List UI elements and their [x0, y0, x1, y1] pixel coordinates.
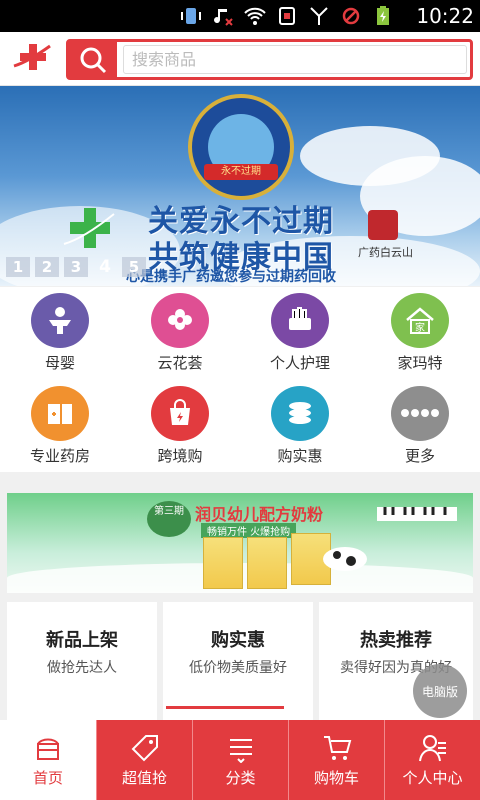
feature-title: 购实惠	[211, 630, 265, 651]
music-icon	[214, 9, 233, 26]
nav-cart[interactable]: 购物车	[288, 720, 384, 800]
category-label: 专业药房	[29, 446, 90, 465]
home-icon: 家	[391, 293, 449, 348]
status-time: 10:22	[416, 4, 474, 28]
search-bar[interactable]	[66, 39, 473, 80]
category-label: 跨境购	[157, 446, 203, 465]
home-tab-icon	[37, 738, 59, 760]
carousel-pager[interactable]: 1 2 3 4 5	[6, 257, 146, 277]
banner-subline: 心是携手广药邀您参与过期药回收	[126, 269, 336, 285]
promo-title: 润贝幼儿配方奶粉	[195, 505, 324, 524]
app-header	[0, 32, 480, 86]
category-more[interactable]: 更多	[360, 380, 480, 466]
svg-text:家: 家	[415, 321, 425, 334]
status-bar: 10:22	[0, 0, 480, 32]
category-grid: 母婴 云花荟 个人护理 家 家玛特 专业药房 跨境购 购实惠 更多	[0, 287, 480, 472]
brand-logo	[368, 210, 398, 240]
category-label: 更多	[404, 446, 435, 465]
nav-label: 购物车	[313, 768, 359, 787]
nav-label: 个人中心	[402, 768, 463, 787]
category-label: 云花荟	[157, 354, 203, 372]
nav-label: 分类	[225, 768, 256, 787]
battery-charging-icon	[377, 6, 389, 25]
wifi-icon	[244, 7, 266, 25]
category-label: 购实惠	[277, 446, 323, 465]
cart-icon	[323, 735, 351, 760]
category-value[interactable]: 购实惠	[240, 380, 360, 466]
more-icon	[391, 385, 449, 441]
feature-boxes: 新品上架 做抢先达人 购实惠 低价物美质量好 热卖推荐 卖得好因为真的好	[0, 602, 480, 720]
recycle-badge: 永不过期	[188, 94, 294, 200]
green-cross-icon	[63, 208, 115, 248]
category-baby[interactable]: 母婴	[0, 287, 120, 373]
sim-icon	[279, 7, 295, 25]
feature-new-arrivals[interactable]: 新品上架 做抢先达人	[7, 602, 157, 720]
care-icon	[271, 293, 329, 348]
nav-deals[interactable]: 超值抢	[96, 720, 192, 800]
category-label: 个人护理	[269, 354, 330, 372]
flower-icon	[151, 293, 209, 348]
category-label: 母婴	[44, 354, 75, 372]
feature-subtitle: 做抢先达人	[47, 660, 117, 676]
desktop-version-button[interactable]: 电脑版	[413, 664, 467, 718]
category-flower[interactable]: 云花荟	[120, 287, 240, 373]
nav-label: 超值抢	[121, 768, 167, 787]
nav-categories[interactable]: 分类	[192, 720, 288, 800]
nav-profile[interactable]: 个人中心	[384, 720, 480, 800]
status-icons	[180, 5, 394, 27]
tag-icon	[131, 734, 158, 761]
cow-image	[323, 547, 367, 571]
search-icon	[80, 47, 107, 73]
category-cross-border[interactable]: 跨境购	[120, 380, 240, 466]
milk-can-image	[203, 537, 243, 589]
badge-ribbon: 永不过期	[204, 164, 278, 180]
feature-subtitle: 低价物美质量好	[189, 660, 287, 676]
pager-dot[interactable]: 2	[35, 257, 59, 277]
pager-dot[interactable]: 3	[64, 257, 88, 277]
promo-tag: 第三期	[147, 501, 191, 537]
bottom-nav: 首页 超值抢 分类 购物车 个人中心	[0, 720, 480, 800]
vibrate-icon	[181, 8, 201, 24]
category-pharmacy[interactable]: 专业药房	[0, 380, 120, 466]
block-icon	[342, 7, 360, 25]
cross-logo[interactable]	[12, 40, 52, 78]
pager-dot[interactable]: 5	[122, 257, 146, 277]
banner-carousel[interactable]: 永不过期 关爱永不过期 共筑健康中国 心是携手广药邀您参与过期药回收 广药白云山…	[0, 86, 480, 286]
piano-keys-decoration	[377, 507, 457, 521]
shopping-bag-icon	[151, 385, 209, 441]
milk-can-image	[247, 537, 287, 589]
brand-name: 广药白云山	[358, 246, 413, 259]
feature-title: 热卖推荐	[360, 630, 432, 651]
pharmacy-icon	[31, 385, 89, 441]
feature-title: 新品上架	[46, 630, 118, 651]
feature-value-buys[interactable]: 购实惠 低价物美质量好	[163, 602, 313, 720]
list-icon	[229, 738, 252, 763]
pager-dot[interactable]: 1	[6, 257, 30, 277]
category-label: 家玛特	[397, 354, 443, 372]
category-home[interactable]: 家 家玛特	[360, 287, 480, 373]
nav-label: 首页	[32, 768, 63, 787]
search-button[interactable]	[69, 42, 117, 77]
search-input[interactable]	[123, 45, 467, 74]
promo-banner[interactable]: 第三期 润贝幼儿配方奶粉 畅销万件 火爆抢购	[7, 493, 473, 593]
baby-icon	[31, 293, 89, 348]
nav-home[interactable]: 首页	[0, 720, 96, 800]
promo-subtitle: 畅销万件 火爆抢购	[201, 523, 297, 538]
pager-dot-active[interactable]: 4	[93, 257, 117, 277]
user-icon	[418, 734, 446, 761]
coins-icon	[271, 385, 329, 441]
signal-icon	[310, 7, 328, 25]
category-personal-care[interactable]: 个人护理	[240, 287, 360, 373]
